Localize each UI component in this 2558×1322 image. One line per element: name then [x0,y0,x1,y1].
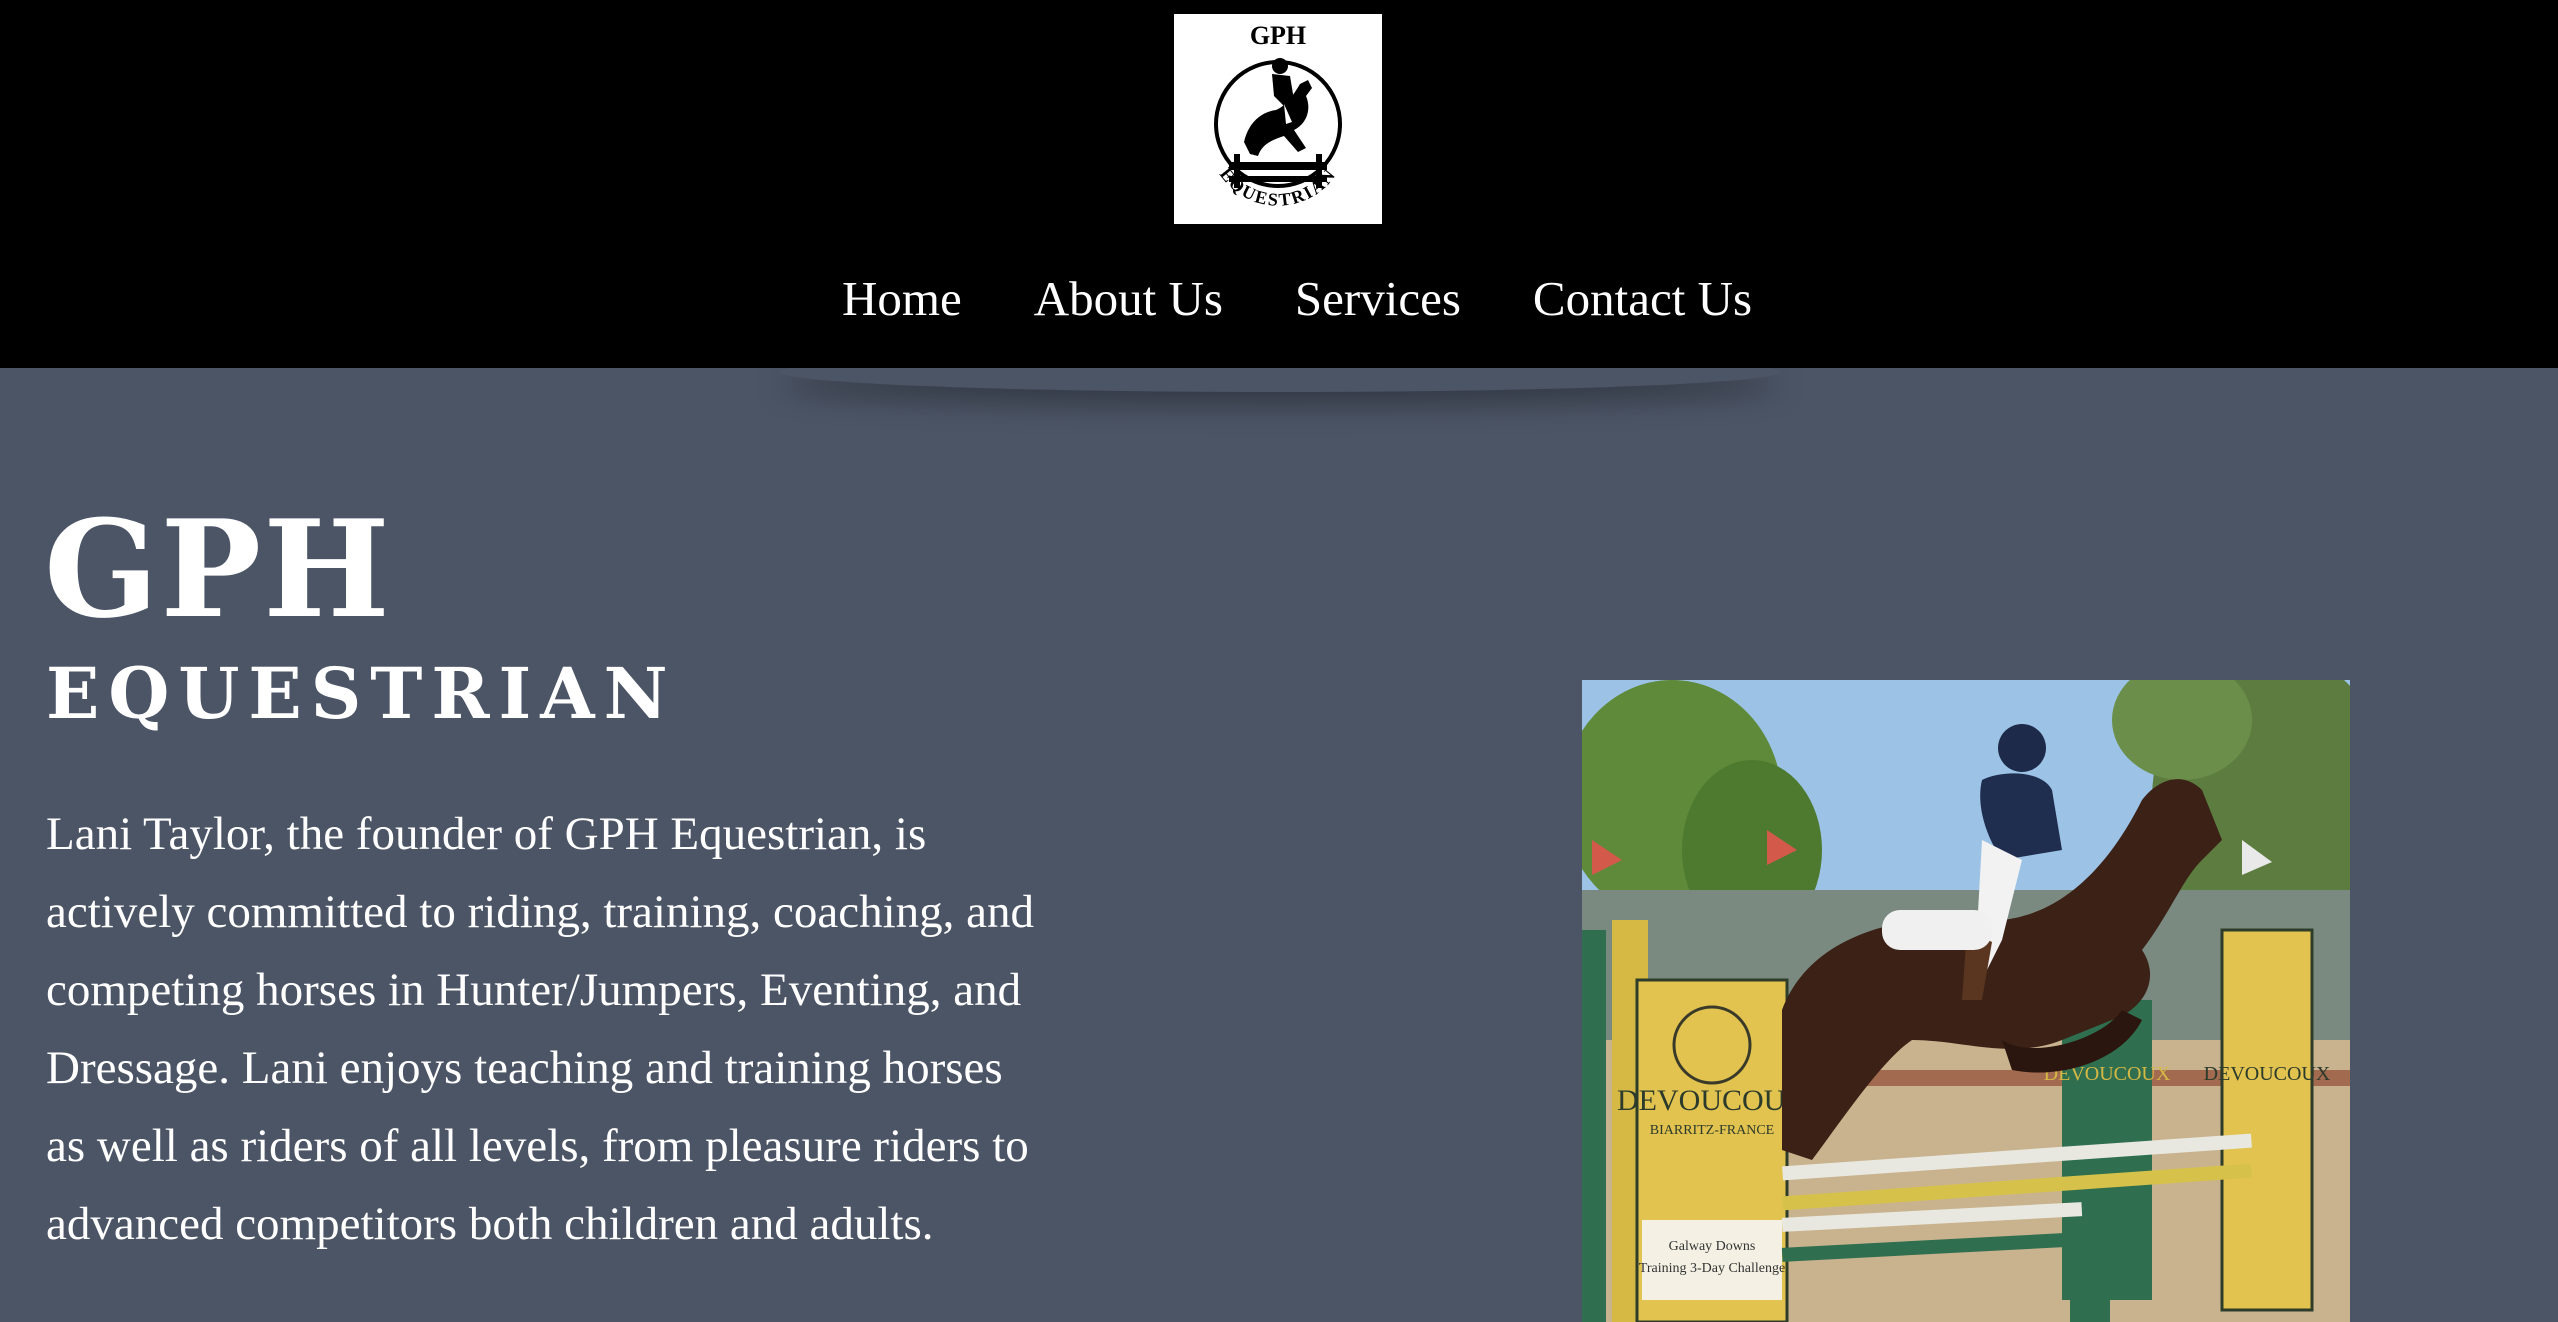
hero-title: GPH [44,490,392,648]
hero-photo: DEVOUCOUX BIARRITZ-FRANCE Galway Downs T… [1582,680,2350,1322]
photo-sign-event-sub: Training 3-Day Challenge [1639,1261,1785,1276]
hero-subtitle: EQUESTRIAN [46,652,677,735]
nav-about-us[interactable]: About Us [1034,270,1223,327]
main-nav: Home About Us Services Contact Us [18,258,2558,338]
gph-logo[interactable]: GPH EQUESTRIAN [1174,14,1382,224]
horse-jumping-logo-icon: GPH EQUESTRIAN [1214,21,1342,210]
photo-sign-left: DEVOUCOUX [1617,1084,1807,1117]
horse-show-jumping-photo-icon: DEVOUCOUX BIARRITZ-FRANCE Galway Downs T… [1582,680,2350,1322]
photo-sign-left-sub: BIARRITZ-FRANCE [1650,1123,1774,1138]
photo-sign-event: Galway Downs [1669,1239,1756,1254]
nav-contact-us[interactable]: Contact Us [1533,270,1752,327]
nav-home[interactable]: Home [842,270,962,327]
nav-shadow [780,352,1780,392]
nav-services[interactable]: Services [1295,270,1461,327]
photo-sign-right: DEVOUCOUX [2204,1063,2331,1085]
logo-top-text: GPH [1250,21,1306,50]
hero-bio: Lani Taylor, the founder of GPH Equestri… [46,808,1035,1250]
site-header: GPH EQUESTRIAN Home About Us Services Co… [0,0,2558,368]
